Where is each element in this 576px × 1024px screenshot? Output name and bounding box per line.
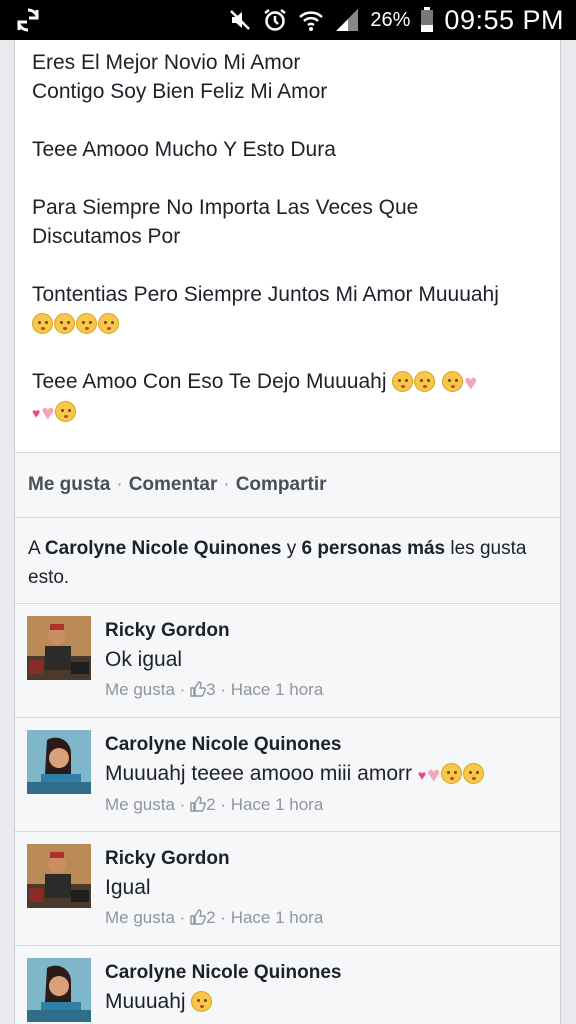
- comment-author[interactable]: Carolyne Nicole Quinones: [105, 960, 342, 986]
- comment-item: Carolyne Nicole Quinones Muuuahj teeee a…: [15, 718, 560, 832]
- two-hearts-icon: ♥: [32, 405, 41, 421]
- clock: 09:55 PM: [444, 4, 564, 35]
- avatar[interactable]: [27, 730, 91, 794]
- sparkling-heart-icon: ♥: [41, 400, 55, 425]
- kiss-emoji-icon: [392, 371, 414, 392]
- comment-text-content: Muuuahj teeee amooo miii amorr: [105, 762, 412, 785]
- avatar[interactable]: [27, 844, 91, 908]
- sparkling-heart-icon: ♥: [427, 762, 441, 787]
- separator: ·: [116, 474, 123, 495]
- comment-time: Hace 1 hora: [230, 795, 324, 814]
- post-line: Discutamos Por: [32, 225, 181, 248]
- likes-prefix: A: [28, 538, 40, 559]
- kiss-emoji-icon: [54, 313, 75, 334]
- likes-middle: y: [286, 538, 297, 559]
- heart-eyes-emoji-icon: [55, 401, 77, 422]
- like-button[interactable]: Me gusta: [28, 474, 110, 496]
- battery-percent: 26%: [370, 8, 411, 31]
- kiss-emoji-icon: [442, 371, 464, 392]
- thumbs-up-icon: [190, 906, 207, 934]
- comment-item: Ricky Gordon Ok igual Me gusta · 3 · Hac…: [15, 604, 560, 718]
- like-count: 2: [206, 908, 216, 927]
- separator: ·: [179, 908, 186, 927]
- post-line: Para Siempre No Importa Las Veces Que: [32, 196, 419, 219]
- post-card: Eres El Mejor Novio Mi Amor Contigo Soy B…: [14, 40, 561, 1024]
- share-button[interactable]: Compartir: [236, 474, 327, 496]
- separator: ·: [220, 795, 226, 814]
- kiss-emoji-icon: [463, 763, 485, 784]
- comment-text: Ok igual: [105, 648, 183, 671]
- kiss-emoji-icon: [76, 313, 97, 334]
- heart-eyes-emoji-icon: [441, 763, 463, 784]
- likes-summary[interactable]: A Carolyne Nicole Quinones y 6 personas …: [15, 518, 560, 604]
- sync-icon: [14, 6, 42, 34]
- kiss-emoji-icon: [98, 313, 119, 334]
- separator: ·: [220, 908, 226, 927]
- wifi-icon: [298, 8, 324, 32]
- comment-meta: Me gusta · 2 · Hace 1 hora: [105, 791, 485, 821]
- comment-like-button[interactable]: Me gusta: [105, 680, 175, 699]
- comment-time: Hace 1 hora: [230, 680, 324, 699]
- two-hearts-icon: ♥: [417, 767, 427, 783]
- comment-item: Ricky Gordon Igual Me gusta · 2 · Hace 1…: [15, 832, 560, 946]
- post-line: Contigo Soy Bien Feliz Mi Amor: [32, 80, 328, 103]
- avatar[interactable]: [27, 958, 91, 1022]
- separator: ·: [179, 680, 186, 699]
- comment-text: Muuuahj: [105, 986, 342, 1018]
- kiss-emoji-icon: [191, 991, 213, 1012]
- status-bar: 26% 09:55 PM: [0, 0, 576, 40]
- heart-icon: ♥: [464, 370, 478, 395]
- thumbs-up-icon: [190, 793, 207, 821]
- post-text: Eres El Mejor Novio Mi Amor Contigo Soy B…: [15, 40, 560, 428]
- comment-meta: Me gusta · 3 · Hace 1 hora: [105, 676, 323, 706]
- post-line: Teee Amoo Con Eso Te Dejo Muuuahj: [32, 370, 387, 393]
- signal-icon: [334, 8, 360, 32]
- like-count: 2: [206, 795, 216, 814]
- others-link[interactable]: 6 personas más: [301, 538, 445, 559]
- separator: ·: [220, 680, 226, 699]
- comment-author[interactable]: Ricky Gordon: [105, 618, 323, 644]
- post-line: Teee Amooo Mucho Y Esto Dura: [32, 138, 336, 161]
- comment-author[interactable]: Ricky Gordon: [105, 846, 323, 872]
- comment-text: Muuuahj teeee amooo miii amorr ♥♥: [105, 758, 485, 791]
- kiss-emoji-icon: [414, 371, 436, 392]
- separator: ·: [223, 474, 230, 495]
- kiss-emoji-icon: [32, 313, 53, 334]
- post-actions: Me gusta · Comentar · Compartir: [15, 452, 560, 518]
- comment-author[interactable]: Carolyne Nicole Quinones: [105, 732, 485, 758]
- separator: ·: [179, 795, 186, 814]
- comment-time: Hace 1 hora: [230, 908, 324, 927]
- thumbs-up-icon: [190, 678, 207, 706]
- comment-like-button[interactable]: Me gusta: [105, 908, 175, 927]
- post-line: Tontentias Pero Siempre Juntos Mi Amor M…: [32, 283, 499, 306]
- like-count: 3: [206, 680, 216, 699]
- battery-icon: [420, 7, 434, 33]
- post-line: Eres El Mejor Novio Mi Amor: [32, 51, 301, 74]
- comment-button[interactable]: Comentar: [129, 474, 218, 496]
- comment-text-content: Muuuahj: [105, 990, 186, 1013]
- alarm-icon: [262, 7, 288, 33]
- mute-icon: [228, 8, 252, 32]
- avatar[interactable]: [27, 616, 91, 680]
- comment-item: Carolyne Nicole Quinones Muuuahj: [15, 946, 560, 1024]
- comment-like-button[interactable]: Me gusta: [105, 795, 175, 814]
- liker-name-link[interactable]: Carolyne Nicole Quinones: [45, 538, 282, 559]
- comment-meta: Me gusta · 2 · Hace 1 hora: [105, 904, 323, 934]
- comment-text: Igual: [105, 876, 151, 899]
